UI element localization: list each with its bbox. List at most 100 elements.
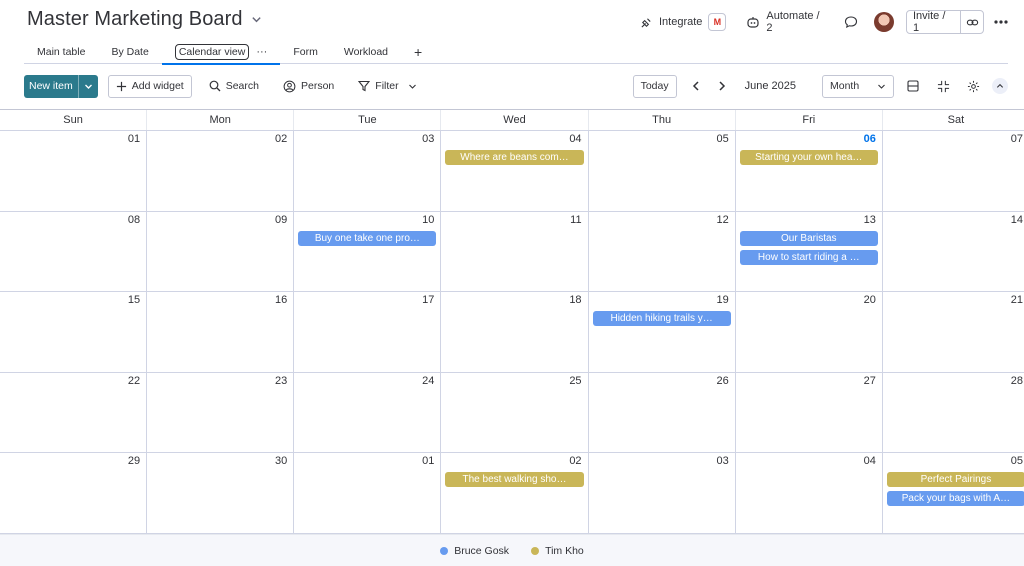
invite-button[interactable]: Invite / 1 [906, 10, 984, 34]
calendar-event[interactable]: Buy one take one pro… [298, 230, 437, 246]
day-number: 23 [275, 374, 288, 387]
day-number: 17 [422, 294, 435, 307]
calendar-event[interactable]: Our Baristas [739, 230, 878, 246]
calendar-day-cell[interactable]: 20 [736, 292, 883, 372]
calendar-day-cell[interactable]: 24 [294, 372, 442, 453]
calendar-day-cell[interactable]: 27 [736, 372, 883, 453]
calendar-day-cell[interactable]: 26 [589, 372, 736, 453]
tab-options-icon[interactable]: ··· [256, 46, 267, 58]
filter-icon [358, 80, 371, 92]
calendar-day-cell[interactable]: 02 [147, 131, 295, 211]
calendar-day-cell[interactable]: 01 [0, 131, 148, 211]
previous-month-icon[interactable] [683, 80, 709, 92]
calendar-event[interactable]: Hidden hiking trails y… [592, 311, 731, 327]
filter-button[interactable]: Filter [351, 75, 423, 98]
day-number: 30 [275, 455, 288, 468]
weekday-header: Mon [147, 110, 295, 130]
day-number: 14 [1010, 213, 1023, 226]
chevron-up-icon[interactable] [992, 78, 1008, 94]
calendar-day-cell[interactable]: 29 [0, 453, 148, 533]
calendar-day-cell[interactable]: 21 [883, 292, 1024, 372]
calendar-day-cell[interactable]: 05 [589, 131, 736, 211]
tab-form[interactable]: Form [280, 40, 331, 64]
new-item-button[interactable]: New item [24, 74, 98, 98]
day-number: 26 [716, 374, 729, 387]
day-number: 12 [716, 213, 729, 226]
day-number: 08 [127, 213, 141, 226]
add-widget-button[interactable]: Add widget [107, 74, 192, 98]
tab-workload[interactable]: Workload [331, 40, 401, 64]
integrate-label: Integrate [659, 16, 703, 28]
person-filter-button[interactable]: Person [276, 75, 341, 98]
calendar-day-cell[interactable]: 02 The best walking sho… [441, 453, 589, 533]
legend-item: Bruce Gosk [440, 545, 509, 557]
more-options-icon[interactable] [994, 20, 1008, 24]
plug-icon [640, 16, 653, 29]
new-item-dropdown-icon[interactable] [77, 74, 98, 98]
calendar-day-cell[interactable]: 01 [294, 453, 442, 533]
day-number: 02 [275, 133, 288, 145]
calendar-day-cell[interactable]: 23 [147, 372, 295, 453]
settings-gear-icon[interactable] [958, 75, 988, 98]
calendar-week-row: 15 16 17 18 19 Hidden hiking trails y… 20 21 [0, 292, 1024, 373]
copy-link-icon[interactable] [961, 11, 983, 33]
user-avatar[interactable] [874, 12, 894, 32]
calendar-day-cell[interactable]: 22 [0, 372, 148, 453]
calendar-day-cell[interactable]: 12 [589, 211, 736, 292]
calendar-day-cell[interactable]: 13 Our Baristas How to start riding a … [736, 211, 883, 292]
board-title[interactable]: Master Marketing Board [27, 8, 262, 31]
day-number: 27 [863, 374, 876, 387]
day-number: 09 [275, 213, 288, 226]
day-number: 24 [422, 374, 435, 387]
calendar-day-cell[interactable]: 11 [441, 211, 589, 292]
robot-icon [746, 16, 760, 29]
collapse-view-icon[interactable] [928, 75, 958, 98]
calendar-event[interactable]: Where are beans com… [445, 150, 584, 165]
calendar-day-cell[interactable]: 16 [147, 292, 295, 372]
calendar-event[interactable]: Perfect Pairings [886, 472, 1024, 488]
legend-color-dot [440, 546, 449, 555]
chat-bubble-icon [844, 15, 858, 29]
tab-main-table[interactable]: Main table [24, 40, 98, 64]
calendar-day-cell[interactable]: 08 [0, 211, 148, 292]
integrate-button[interactable]: Integrate M [640, 13, 727, 31]
calendar-day-cell[interactable]: 15 [0, 292, 148, 372]
calendar-day-cell[interactable]: 06 Starting your own hea… [736, 131, 883, 211]
calendar-day-cell[interactable]: 03 [589, 453, 736, 533]
today-button[interactable]: Today [632, 74, 677, 98]
calendar-event[interactable]: Pack your bags with A… [886, 491, 1024, 507]
person-label: Person [301, 80, 335, 92]
calendar-day-cell[interactable]: 07 [883, 131, 1024, 211]
calendar-event[interactable]: The best walking sho… [445, 472, 584, 488]
calendar-week-row: 08 09 10 Buy one take one pro… 11 12 13 Our Bar… [0, 211, 1024, 293]
tab-by-date[interactable]: By Date [98, 40, 161, 64]
layout-toggle-icon[interactable] [898, 75, 928, 98]
calendar-day-cell[interactable]: 19 Hidden hiking trails y… [589, 292, 736, 372]
day-number: 01 [127, 133, 141, 145]
calendar-day-cell[interactable]: 03 [294, 131, 442, 211]
calendar-day-cell[interactable]: 05 Perfect Pairings Pack your bags with A… [883, 453, 1024, 533]
calendar-day-cell[interactable]: 28 [883, 373, 1024, 453]
calendar-event[interactable]: How to start riding a … [739, 249, 878, 265]
calendar-day-cell[interactable]: 18 [441, 292, 589, 372]
next-month-icon[interactable] [709, 80, 735, 92]
add-view-icon[interactable]: + [401, 40, 435, 64]
calendar-day-cell[interactable]: 04 [736, 453, 883, 533]
automate-label: Automate / 2 [766, 10, 820, 34]
search-button[interactable]: Search [202, 75, 266, 98]
calendar-day-cell[interactable]: 17 [294, 292, 442, 372]
tab-calendar-view[interactable]: Calendar view ··· [161, 40, 281, 65]
day-number: 20 [863, 294, 876, 307]
automate-button[interactable]: Automate / 2 [746, 10, 828, 34]
weekday-header: Tue [294, 110, 442, 130]
calendar-day-cell[interactable]: 09 [147, 211, 295, 292]
calendar-day-cell[interactable]: 04 Where are beans com… [441, 131, 589, 211]
calendar-day-cell[interactable]: 10 Buy one take one pro… [294, 211, 442, 292]
calendar-day-cell[interactable]: 30 [147, 453, 295, 533]
calendar-day-cell[interactable]: 25 [441, 372, 589, 453]
view-range-select[interactable]: Month [822, 74, 894, 98]
day-number: 28 [1010, 374, 1023, 387]
calendar-day-cell[interactable]: 14 [883, 212, 1024, 292]
calendar-event[interactable]: Starting your own hea… [739, 150, 878, 165]
updates-button[interactable] [844, 15, 858, 29]
